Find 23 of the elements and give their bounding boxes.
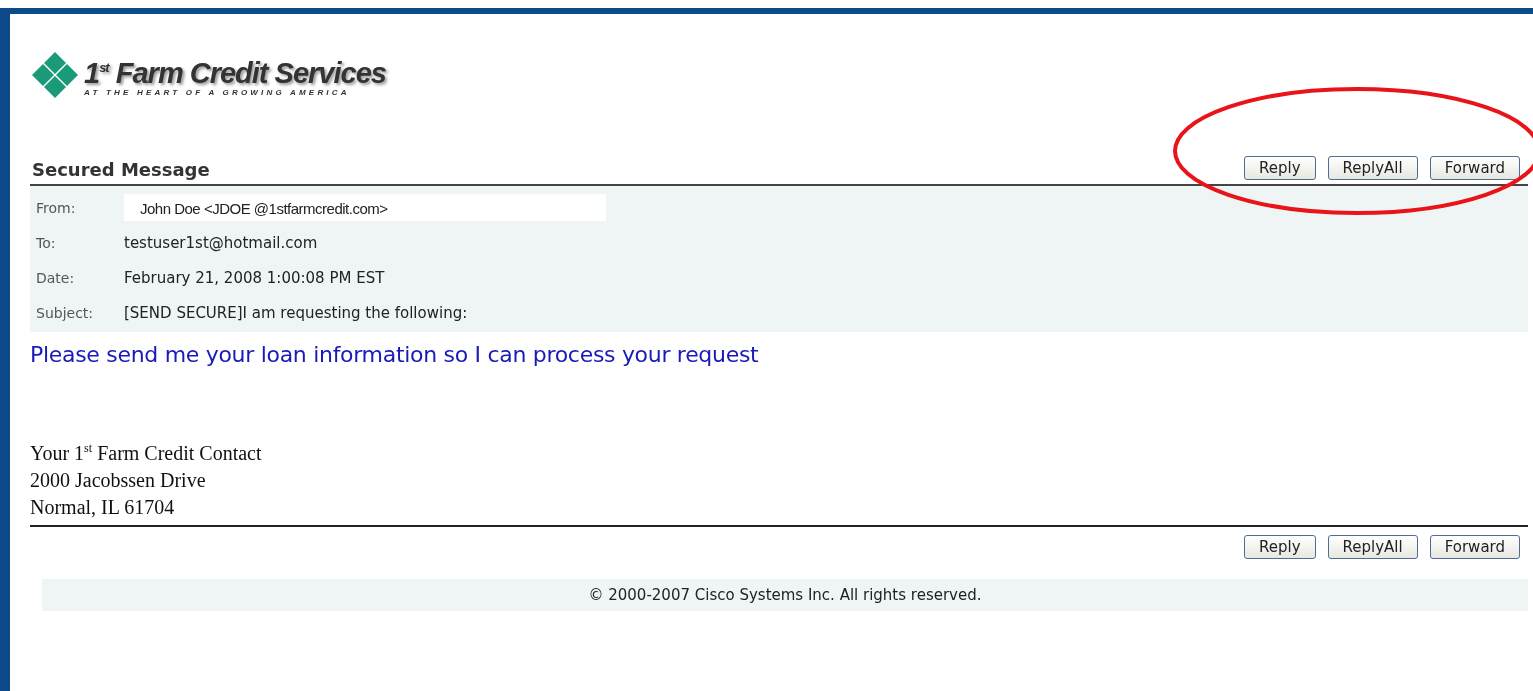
action-button[interactable]: ReplyAll [1327,534,1418,559]
field-label: Date: [35,269,76,286]
brand-name: 1$^{st}$ Farm Credit Services [84,55,386,88]
field-label: To: [35,234,57,251]
field-label: From: [35,199,77,216]
brand-tagline: AT THE HEART OF A GROWING AMERICA [84,87,351,97]
message-title: Secured Message [32,159,210,180]
field-value: [SEND SECURE]I am requesting the following: [124,303,468,322]
field-value: John Doe <JDOE @1stfarmcredit.com> [124,194,606,221]
field-value: February 21, 2008 1:00:08 PM EST [124,268,385,287]
logo-icon [30,50,80,100]
field-value: testuser1st@hotmail.com [124,233,318,252]
action-button[interactable]: Reply [1244,534,1316,559]
copyright-footer: © 2000-2007 Cisco Systems Inc. All rights reserved. [42,578,1528,611]
action-button[interactable]: ReplyAll [1327,156,1418,180]
signature-line: Your 1$^{st}$ Farm Credit Contact [30,441,263,465]
signature-line: 2000 Jacobssen Drive [30,468,207,492]
action-button[interactable]: Reply [1244,156,1316,180]
signature-line: Normal, IL 61704 [30,495,176,519]
action-button[interactable]: Forward [1429,534,1520,559]
field-label: Subject: [35,304,95,321]
action-button[interactable]: Forward [1429,156,1520,180]
message-body: Please send me your loan information so I can process your request [30,342,760,367]
